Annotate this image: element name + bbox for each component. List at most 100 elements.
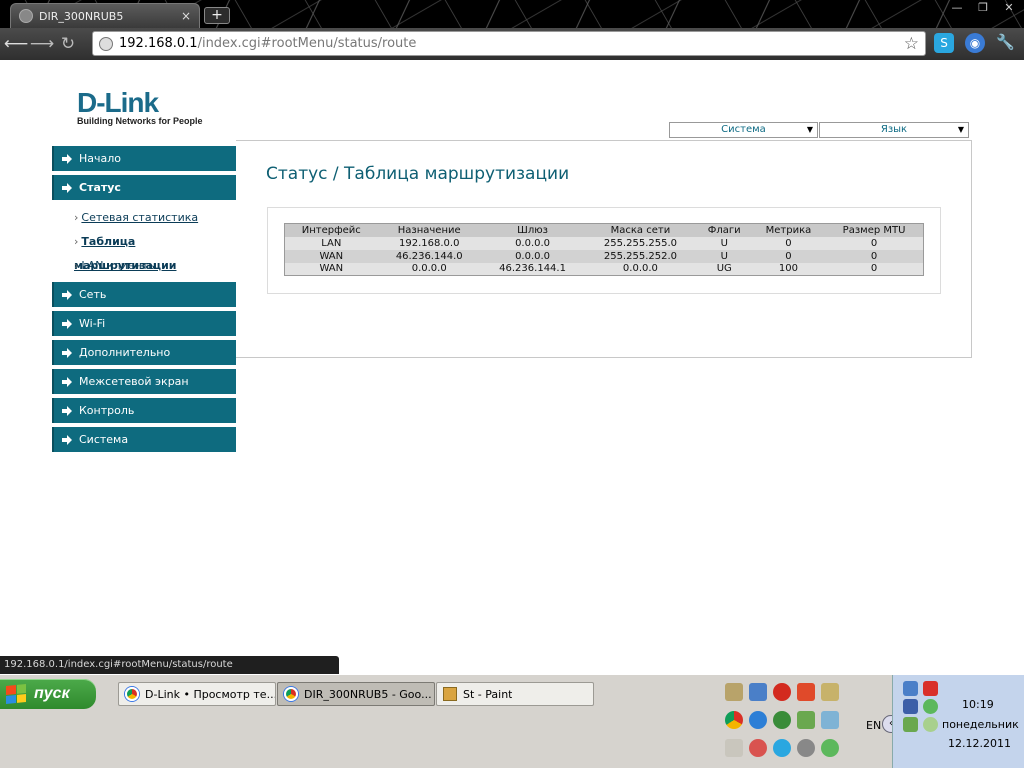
explorer-icon[interactable]: [749, 683, 767, 701]
tab-close-icon[interactable]: ×: [181, 9, 191, 23]
url-host: 192.168.0.1: [119, 36, 198, 51]
close-window-icon[interactable]: ✕: [998, 2, 1020, 16]
task-label: D-Link • Просмотр те...: [145, 687, 275, 701]
submenu-lan-clients[interactable]: › LAN клиенты: [74, 254, 236, 278]
leaf-icon[interactable]: [923, 717, 938, 732]
language-select-label: Язык: [880, 124, 908, 135]
windows-logo-icon: [6, 683, 26, 705]
sidebar-item-advanced[interactable]: Дополнительно: [52, 340, 236, 365]
sidebar-item-label: Дополнительно: [79, 346, 171, 359]
system-select[interactable]: Система ▼: [669, 122, 818, 138]
forward-icon[interactable]: ⟶: [29, 31, 55, 57]
taskbar-item-router-page[interactable]: DIR_300NRUB5 - Goo...: [277, 682, 435, 706]
browser-tab[interactable]: DIR_300NRUB5 ×: [10, 3, 200, 28]
cell: 0: [825, 262, 924, 276]
submenu-routing-table[interactable]: › Таблица маршрутизации: [74, 230, 236, 272]
wrench-menu-icon[interactable]: 🔧: [996, 33, 1015, 51]
cell: U: [696, 249, 752, 263]
url-path: /index.cgi#rootMenu/status/route: [197, 36, 417, 51]
tool-icon[interactable]: [821, 683, 839, 701]
sidebar-menu: Начало Статус › Сетевая статистика › Табли…: [52, 146, 236, 456]
lifebuoy-icon[interactable]: [749, 739, 767, 757]
network-disconnected-icon[interactable]: [903, 699, 918, 714]
start-label: пуск: [34, 685, 70, 702]
page-title: Статус / Таблица маршрутизации: [266, 164, 570, 184]
system-select-label: Система: [721, 124, 766, 135]
logo-text: D-Link: [77, 87, 159, 118]
table-row: WAN 46.236.144.0 0.0.0.0 255.255.252.0 U…: [284, 249, 924, 263]
sidebar-item-firewall[interactable]: Межсетевой экран: [52, 369, 236, 394]
icq-tray-icon[interactable]: [923, 699, 938, 714]
tab-title: DIR_300NRUB5: [39, 9, 124, 23]
utility-icon[interactable]: [725, 739, 743, 757]
arrow-right-icon: [62, 318, 72, 329]
arrow-right-icon: [62, 347, 72, 358]
cell: 0: [825, 236, 924, 250]
sidebar-item-label: Сеть: [79, 288, 107, 301]
bullet-icon: ›: [74, 235, 79, 248]
reload-icon[interactable]: ↻: [55, 31, 81, 57]
chrome-icon[interactable]: [725, 711, 743, 729]
col-mtu: Размер MTU: [825, 223, 924, 237]
submenu-label: LAN клиенты: [81, 259, 157, 272]
cell: UG: [696, 262, 752, 276]
icq-flower-icon[interactable]: [821, 739, 839, 757]
input-language[interactable]: EN: [866, 719, 881, 732]
webcam-icon[interactable]: [797, 739, 815, 757]
sidebar-item-network[interactable]: Сеть: [52, 282, 236, 307]
desktop-icon[interactable]: [725, 683, 743, 701]
cell: LAN: [284, 236, 378, 250]
sidebar-item-control[interactable]: Контроль: [52, 398, 236, 423]
sidebar-item-system[interactable]: Система: [52, 427, 236, 452]
arrow-right-icon: [62, 405, 72, 416]
ovi-icon[interactable]: [903, 717, 918, 732]
network-icon[interactable]: [903, 681, 918, 696]
quick-launch: [725, 683, 845, 757]
col-netmask: Маска сети: [584, 223, 697, 237]
cell: 0.0.0.0: [584, 262, 697, 276]
task-label: St - Paint: [463, 687, 513, 701]
arrow-right-icon: [62, 289, 72, 300]
player-icon[interactable]: [773, 711, 791, 729]
skype-extension-icon[interactable]: S: [934, 33, 954, 53]
icq-icon[interactable]: [797, 711, 815, 729]
ie-icon[interactable]: [749, 711, 767, 729]
antivirus-icon[interactable]: [923, 681, 938, 696]
sidebar-item-start[interactable]: Начало: [52, 146, 236, 171]
page-favicon-icon: [19, 9, 33, 23]
status-submenu: › Сетевая статистика › Таблица маршрутизац…: [52, 204, 236, 282]
sidebar-item-wifi[interactable]: Wi-Fi: [52, 311, 236, 336]
cell: 0: [825, 249, 924, 263]
minimize-icon[interactable]: —: [946, 2, 968, 16]
cell: 0.0.0.0: [480, 236, 585, 250]
cell: 0.0.0.0: [377, 262, 481, 276]
back-icon[interactable]: ⟵: [3, 31, 29, 57]
address-bar[interactable]: 192.168.0.1 /index.cgi#rootMenu/status/r…: [92, 31, 926, 56]
skype-icon[interactable]: [773, 739, 791, 757]
chevron-down-icon: ▼: [957, 125, 964, 134]
taskbar-item-dlink-forum[interactable]: D-Link • Просмотр те...: [118, 682, 276, 706]
col-metric: Метрика: [751, 223, 826, 237]
table-row: LAN 192.168.0.0 0.0.0.0 255.255.255.0 U …: [284, 236, 924, 250]
image-viewer-icon[interactable]: [821, 711, 839, 729]
speed-dial-extension-icon[interactable]: ◉: [965, 33, 985, 53]
sidebar-item-label: Статус: [79, 181, 121, 194]
paint-icon: [443, 687, 457, 701]
taskbar-item-paint[interactable]: St - Paint: [436, 682, 594, 706]
sidebar-item-label: Wi-Fi: [79, 317, 106, 330]
arrow-right-icon: [62, 376, 72, 387]
x-app-icon[interactable]: [797, 683, 815, 701]
restore-icon[interactable]: ❐: [972, 2, 994, 16]
cell: WAN: [284, 262, 378, 276]
submenu-network-stats[interactable]: › Сетевая статистика: [74, 206, 236, 230]
new-tab-button[interactable]: +: [204, 7, 230, 24]
col-destination: Назначение: [377, 223, 481, 237]
start-button[interactable]: пуск: [0, 679, 96, 709]
cell: WAN: [284, 249, 378, 263]
language-select[interactable]: Язык ▼: [819, 122, 969, 138]
chevron-down-icon: ▼: [806, 125, 813, 134]
bookmark-star-icon[interactable]: ☆: [904, 34, 919, 54]
sidebar-item-status[interactable]: Статус: [52, 175, 236, 200]
opera-icon[interactable]: [773, 683, 791, 701]
submenu-label: Сетевая статистика: [81, 211, 199, 224]
